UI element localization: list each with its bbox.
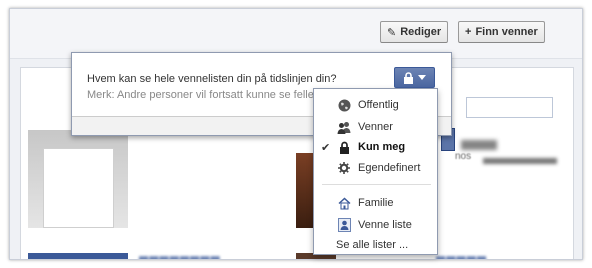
find-friends-button[interactable]: + Finn venner [458, 21, 545, 43]
friend-meta-text: nos [455, 151, 472, 162]
friend-photo[interactable] [28, 253, 128, 259]
redacted-text [483, 158, 557, 164]
menu-item-friends[interactable]: Venner [314, 117, 437, 137]
menu-item-only-me[interactable]: ✔ Kun meg [314, 137, 437, 157]
lock-icon [337, 140, 351, 154]
dialog-note: Merk: Andre personer vil fortsatt kunne … [87, 89, 314, 101]
menu-item-label: Familie [358, 197, 394, 209]
person-list-icon [337, 218, 351, 232]
menu-item-label: Egendefinert [358, 162, 421, 174]
menu-item-label: Venne liste [358, 219, 412, 231]
find-friends-button-label: Finn venner [475, 26, 538, 38]
lock-icon [403, 71, 414, 84]
gear-icon [337, 161, 351, 175]
friend-name-redacted: █████ [436, 256, 487, 259]
friends-icon [337, 120, 351, 134]
see-all-lists-link[interactable]: Se alle lister ... [336, 239, 408, 251]
friend-photo-placeholder [43, 148, 114, 228]
redacted-text [461, 140, 497, 150]
plus-icon: + [465, 26, 472, 38]
edit-button-label: Rediger [400, 26, 442, 38]
menu-item-label: Offentlig [358, 99, 399, 111]
edit-button[interactable]: ✎ Rediger [380, 21, 449, 43]
friend-search-input[interactable] [466, 97, 553, 118]
menu-item-custom[interactable]: Egendefinert [314, 158, 437, 178]
chevron-down-icon [418, 75, 426, 80]
checkmark-icon: ✔ [321, 141, 331, 154]
friend-name-redacted: ████████ [139, 256, 221, 259]
globe-icon [337, 98, 351, 112]
privacy-selector-button[interactable] [394, 67, 435, 88]
pencil-icon: ✎ [387, 26, 397, 39]
menu-divider [322, 184, 431, 185]
menu-item-label: Kun meg [358, 141, 406, 153]
menu-item-family[interactable]: Familie [314, 193, 437, 213]
menu-item-friend-list[interactable]: Venne liste [314, 215, 437, 235]
privacy-dropdown-menu: Offentlig Venner ✔ Kun meg Egendefinert … [313, 88, 438, 255]
menu-item-public[interactable]: Offentlig [314, 95, 437, 115]
dialog-question: Hvem kan se hele vennelisten din på tids… [87, 73, 337, 85]
menu-item-label: Venner [358, 121, 393, 133]
house-icon [337, 196, 351, 210]
